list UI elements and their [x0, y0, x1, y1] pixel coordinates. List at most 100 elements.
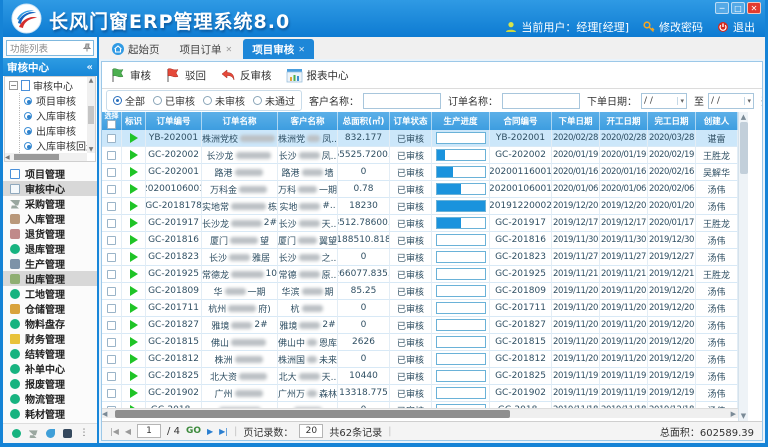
- tree-item-入库审核回退[interactable]: 入库审核回退: [19, 138, 95, 153]
- vertical-scrollbar[interactable]: ▲▼: [738, 112, 748, 421]
- table-row[interactable]: GC-201711杭州府)杭0已审核GC-2017112019/11/20201…: [102, 300, 738, 317]
- tab-起始页[interactable]: 起始页: [103, 39, 169, 59]
- sidebar-item-补单中心[interactable]: 补单中心: [3, 361, 97, 376]
- row-checkbox[interactable]: [107, 134, 116, 143]
- column-header-订单状态[interactable]: 订单状态: [390, 112, 432, 130]
- close-button[interactable]: ✕: [747, 2, 761, 14]
- radio-未审核[interactable]: 未审核: [203, 93, 245, 108]
- page-number-input[interactable]: [137, 424, 161, 438]
- table-row[interactable]: GC-201827雅境2#雅境2#0已审核GC-2018272019/11/20…: [102, 317, 738, 334]
- tab-项目审核[interactable]: 项目审核✕: [243, 39, 314, 59]
- table-row[interactable]: GC-201917长沙龙2#长沙天..8512.78600..已审核GC-201…: [102, 215, 738, 232]
- table-row[interactable]: YB-202001株洲党校株洲党凤..832.177已审核YB-20200120…: [102, 130, 738, 147]
- toolbar-button-驳回[interactable]: 驳回: [165, 67, 206, 83]
- tree-item-项目审核[interactable]: 项目审核: [19, 93, 95, 108]
- tab-close-icon[interactable]: ✕: [298, 45, 305, 54]
- sidebar-item-工地管理[interactable]: 工地管理: [3, 286, 97, 301]
- radio-全部[interactable]: 全部: [113, 93, 145, 108]
- toolbar-button-审核[interactable]: 审核: [110, 67, 151, 83]
- sidebar-item-报废管理[interactable]: 报废管理: [3, 376, 97, 391]
- sidebar-item-生产管理[interactable]: 生产管理: [3, 256, 97, 271]
- row-checkbox[interactable]: [107, 168, 116, 177]
- column-header-开工日期[interactable]: 开工日期: [600, 112, 648, 130]
- date-input[interactable]: / /▾: [708, 93, 754, 109]
- row-checkbox[interactable]: [107, 219, 116, 228]
- table-row[interactable]: GC-2018..0已审核GC-2018..2019/11/182019/11/…: [102, 402, 738, 408]
- row-checkbox[interactable]: [107, 338, 116, 347]
- sidebar-item-物流管理[interactable]: 物流管理: [3, 391, 97, 406]
- sidebar-item-退货管理[interactable]: 退货管理: [3, 226, 97, 241]
- tree-collapse-toggle[interactable]: −: [9, 81, 18, 90]
- sidebar-item-物料盘存[interactable]: 物料盘存: [3, 316, 97, 331]
- row-checkbox[interactable]: [107, 202, 116, 211]
- column-header-完工日期[interactable]: 完工日期: [648, 112, 696, 130]
- sidebar-item-耗材管理[interactable]: 耗材管理: [3, 406, 97, 421]
- tree-item-出库审核[interactable]: 出库审核: [19, 123, 95, 138]
- book-icon[interactable]: [63, 429, 72, 438]
- row-checkbox[interactable]: [107, 253, 116, 262]
- toolbar-button-反审核[interactable]: 反审核: [220, 68, 272, 83]
- go-button[interactable]: GO: [186, 426, 201, 436]
- tree-vertical-scrollbar[interactable]: ▲▼: [87, 77, 95, 153]
- change-password-button[interactable]: 修改密码: [643, 19, 703, 35]
- column-header-创建人[interactable]: 创建人: [696, 112, 738, 130]
- table-row[interactable]: 20200106001万科金万科一期0.78已审核202001060012020…: [102, 181, 738, 198]
- column-header-选择[interactable]: 选择: [102, 112, 122, 130]
- tree-root[interactable]: − 审核中心: [5, 77, 95, 93]
- row-checkbox[interactable]: [107, 185, 116, 194]
- row-checkbox[interactable]: [107, 151, 116, 160]
- maximize-button[interactable]: □: [731, 2, 745, 14]
- cart-icon[interactable]: [29, 429, 38, 438]
- page-size-input[interactable]: [299, 424, 323, 438]
- row-checkbox[interactable]: [107, 270, 116, 279]
- last-page-button[interactable]: ▶|: [219, 427, 228, 436]
- prev-page-button[interactable]: ◀: [125, 427, 131, 436]
- sidebar-item-出库管理[interactable]: 出库管理: [3, 271, 97, 286]
- minimize-button[interactable]: ─: [715, 2, 729, 14]
- sidebar-item-审核中心[interactable]: 审核中心: [3, 181, 97, 196]
- column-header-生产进度[interactable]: 生产进度: [432, 112, 490, 130]
- row-checkbox[interactable]: [107, 372, 116, 381]
- dropdown-arrow-icon[interactable]: ▾: [677, 97, 684, 105]
- row-checkbox[interactable]: [107, 355, 116, 364]
- dropdown-arrow-icon[interactable]: ▾: [744, 97, 751, 105]
- table-row[interactable]: GC-201825北大资北大天..10440已审核GC-2018252019/1…: [102, 368, 738, 385]
- row-checkbox[interactable]: [107, 287, 116, 296]
- row-checkbox[interactable]: [107, 389, 116, 398]
- table-row[interactable]: GC-201823长沙雅居长沙之..0已审核GC-2018232019/11/2…: [102, 249, 738, 266]
- more-icon[interactable]: ⋮: [80, 429, 89, 438]
- tab-close-icon[interactable]: ✕: [226, 45, 233, 54]
- sidebar-item-仓储管理[interactable]: 仓储管理: [3, 301, 97, 316]
- sidebar-item-入库管理[interactable]: 入库管理: [3, 211, 97, 226]
- sidebar-item-结转管理[interactable]: 结转管理: [3, 346, 97, 361]
- table-row[interactable]: GC-201902广州广州万森林13318.775已审核GC-201902201…: [102, 385, 738, 402]
- logout-button[interactable]: 退出: [717, 19, 755, 35]
- table-row[interactable]: GC-201816厦门望厦门翼望188510.818已审核GC-20181620…: [102, 232, 738, 249]
- customer-name-input[interactable]: [363, 93, 441, 109]
- column-header-订单编号[interactable]: 订单编号: [146, 112, 202, 130]
- column-header-客户名称[interactable]: 客户名称: [278, 112, 338, 130]
- table-row[interactable]: GC-202001路港路港墙0已审核202001160012020/01/162…: [102, 164, 738, 181]
- sidebar-item-退库管理[interactable]: 退库管理: [3, 241, 97, 256]
- row-checkbox[interactable]: [107, 406, 116, 409]
- table-row[interactable]: GC-201812株洲株洲国未来0已审核GC-2018122019/11/202…: [102, 351, 738, 368]
- collapse-icon[interactable]: «: [87, 62, 93, 73]
- sidebar-item-财务管理[interactable]: 财务管理: [3, 331, 97, 346]
- sidebar-item-采购管理[interactable]: 采购管理: [3, 196, 97, 211]
- first-page-button[interactable]: |◀: [110, 427, 119, 436]
- column-header-合同编号[interactable]: 合同编号: [490, 112, 552, 130]
- sidebar-item-项目管理[interactable]: 项目管理: [3, 166, 97, 181]
- pin-icon[interactable]: [83, 43, 91, 52]
- leaf-icon[interactable]: [46, 429, 55, 438]
- table-row[interactable]: GC-202002长沙龙长沙凤..65525.7200..已审核GC-20200…: [102, 147, 738, 164]
- next-page-button[interactable]: ▶: [207, 427, 213, 436]
- table-row[interactable]: GC-201925常德龙10常德原..266077.835..已审核GC-201…: [102, 266, 738, 283]
- tree-item-入库审核[interactable]: 入库审核: [19, 108, 95, 123]
- table-row[interactable]: GC-201809华一期华滨期85.25已审核GC-2018092019/11/…: [102, 283, 738, 300]
- column-header-总面积(㎡)[interactable]: 总面积(㎡): [338, 112, 390, 130]
- radio-未通过[interactable]: 未通过: [253, 93, 295, 108]
- toolbar-button-报表中心[interactable]: 报表中心: [286, 68, 349, 83]
- function-search-input[interactable]: [6, 40, 94, 56]
- order-name-input[interactable]: [502, 93, 580, 109]
- column-header-订单名称[interactable]: 订单名称: [202, 112, 278, 130]
